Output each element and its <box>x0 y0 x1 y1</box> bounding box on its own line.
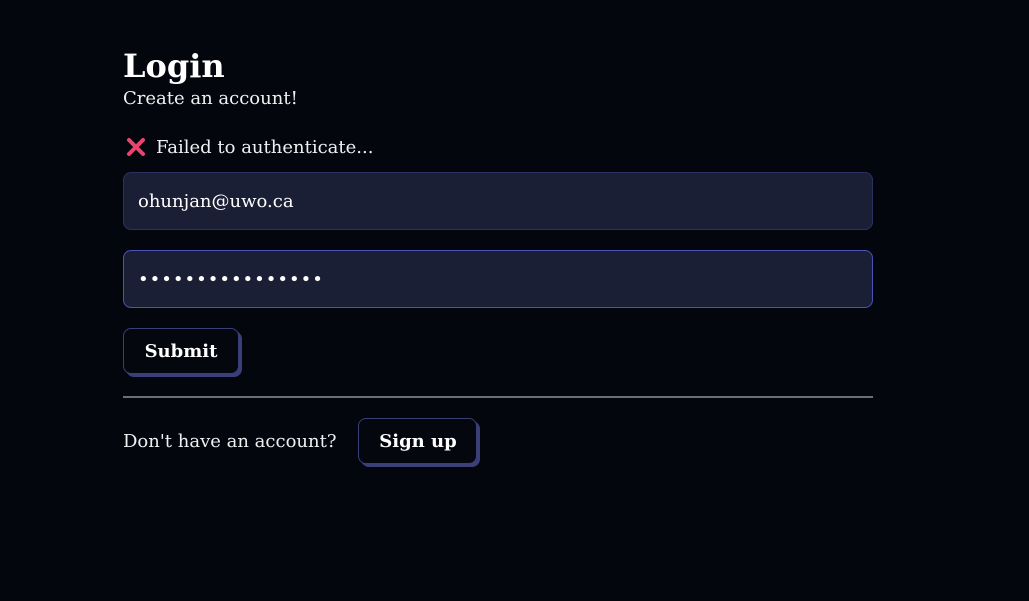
error-message: Failed to authenticate... <box>123 134 873 160</box>
error-text: Failed to authenticate... <box>156 136 374 158</box>
login-page: Login Create an account! Failed to authe… <box>0 0 1029 601</box>
password-value: •••••••••••••••• <box>138 268 324 290</box>
signup-prompt: Don't have an account? <box>123 430 337 452</box>
email-field[interactable]: ohunjan@uwo.ca <box>123 172 873 230</box>
password-field[interactable]: •••••••••••••••• <box>123 250 873 308</box>
page-subtitle: Create an account! <box>123 88 298 109</box>
cross-mark-icon <box>125 136 147 158</box>
email-value: ohunjan@uwo.ca <box>138 190 294 212</box>
signup-row: Don't have an account? Sign up <box>123 418 873 464</box>
page-title: Login <box>123 47 225 85</box>
sign-up-button[interactable]: Sign up <box>358 418 478 464</box>
submit-button[interactable]: Submit <box>123 328 239 374</box>
divider <box>123 396 873 398</box>
login-form: Login Create an account! Failed to authe… <box>123 47 873 464</box>
